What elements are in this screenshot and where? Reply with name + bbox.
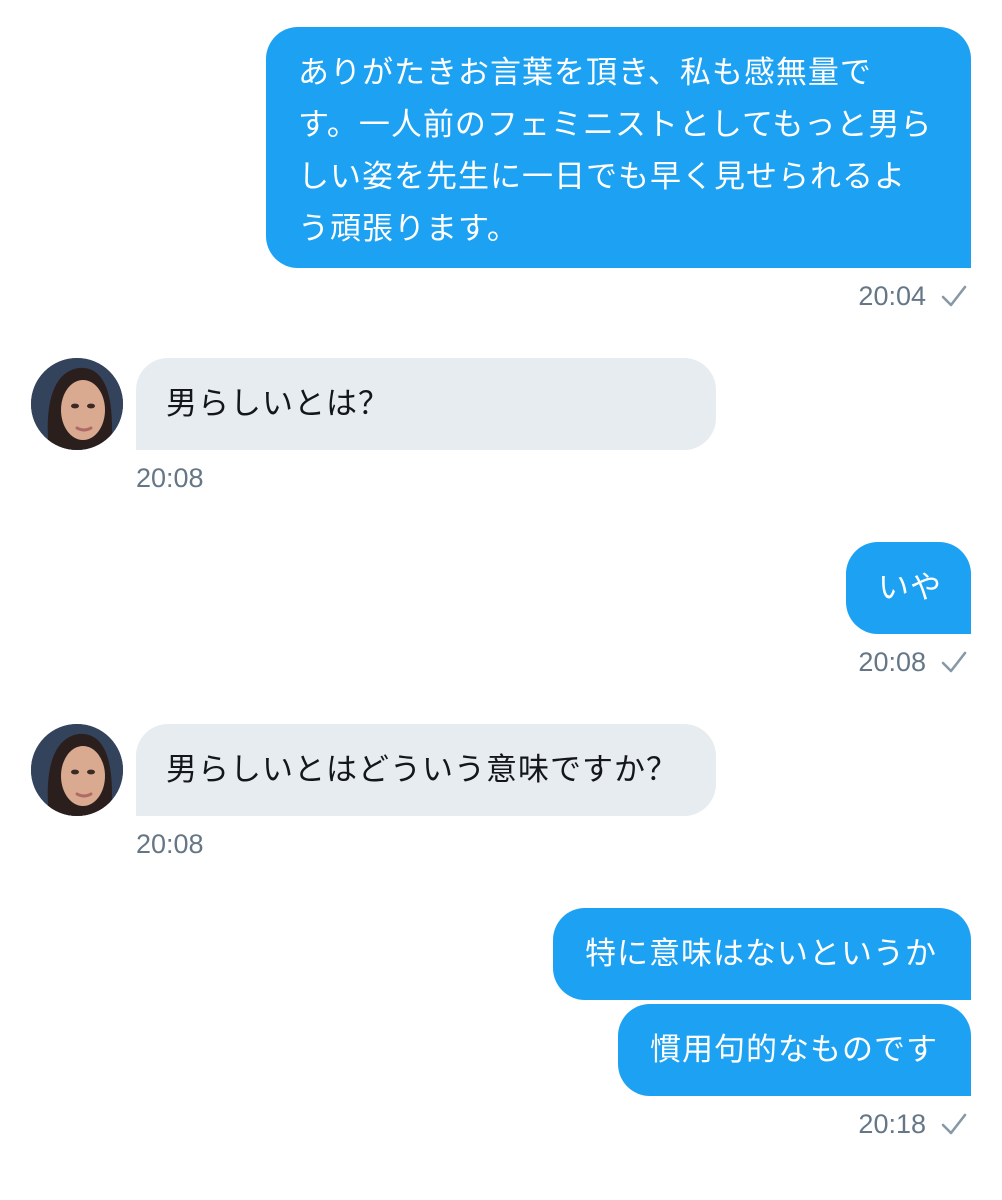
avatar[interactable] [31, 358, 123, 450]
message-bubble-outgoing[interactable]: 特に意味はないというか [553, 908, 971, 1000]
message-text: いや [878, 570, 942, 606]
conversation-view: ありがたきお言葉を頂き、私も感無量で す。一人前のフェミニストとしてもっと男ら … [0, 0, 1002, 1200]
message-bubble-outgoing[interactable]: 慣用句的なものです [618, 1004, 971, 1096]
message-bubble-outgoing[interactable]: いや [846, 542, 971, 634]
message-text: 慣用句的なものです [650, 1032, 938, 1068]
message-line: ありがたきお言葉を頂き、私も感無量で [298, 55, 872, 91]
message-timestamp: 20:08 [858, 646, 926, 677]
check-icon [940, 648, 968, 676]
message-meta: 20:04 [858, 276, 968, 316]
message-bubble-incoming[interactable]: 男らしいとは？ [136, 358, 716, 450]
message-line: しい姿を先生に一日でも早く見せられるよ [298, 159, 906, 195]
message-line: す。一人前のフェミニストとしてもっと男ら [298, 107, 933, 143]
message-timestamp: 20:08 [136, 829, 204, 859]
message-line: う頑張ります。 [298, 211, 519, 247]
message-text: 男らしいとは？ [166, 386, 390, 422]
message-timestamp: 20:08 [136, 463, 204, 493]
message-meta: 20:08 [858, 642, 968, 682]
check-icon [940, 282, 968, 310]
check-icon [940, 1110, 968, 1138]
message-bubble-incoming[interactable]: 男らしいとはどういう意味ですか？ [136, 724, 716, 816]
message-bubble-outgoing[interactable]: ありがたきお言葉を頂き、私も感無量で す。一人前のフェミニストとしてもっと男ら … [266, 27, 971, 268]
message-timestamp: 20:04 [858, 280, 926, 311]
message-timestamp: 20:18 [858, 1108, 926, 1139]
message-text: 特に意味はないというか [585, 936, 937, 972]
message-meta: 20:18 [858, 1104, 968, 1144]
message-text: 男らしいとはどういう意味ですか？ [166, 752, 678, 788]
avatar[interactable] [31, 724, 123, 816]
